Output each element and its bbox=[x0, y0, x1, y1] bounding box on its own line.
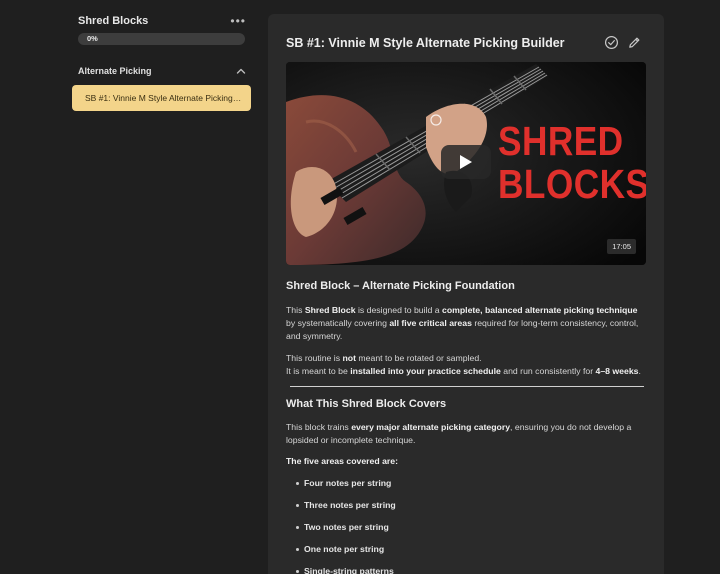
list-item: One note per string bbox=[296, 543, 648, 556]
thumbnail-line-1: SHRED bbox=[498, 118, 624, 164]
list-item: Two notes per string bbox=[296, 521, 648, 534]
play-button[interactable] bbox=[441, 145, 491, 179]
sidebar-lesson-sb1[interactable]: SB #1: Vinnie M Style Alternate Picking … bbox=[72, 85, 251, 111]
covers-heading: What This Shred Block Covers bbox=[286, 398, 447, 411]
play-icon bbox=[460, 155, 472, 169]
areas-list: Four notes per string Three notes per st… bbox=[296, 477, 648, 574]
lesson-title: SB #1: Vinnie M Style Alternate Picking … bbox=[286, 36, 565, 50]
list-item: Four notes per string bbox=[296, 477, 648, 490]
more-options-icon[interactable]: ••• bbox=[230, 15, 246, 27]
course-progress-bar: 0% bbox=[78, 33, 245, 45]
lesson-video-player[interactable]: SHRED BLOCKS 17:05 bbox=[286, 62, 646, 265]
areas-label: The five areas covered are: bbox=[286, 456, 399, 467]
thumbnail-line-2: BLOCKS bbox=[498, 161, 646, 207]
chevron-up-icon[interactable] bbox=[236, 67, 246, 75]
description-heading: Shred Block – Alternate Picking Foundati… bbox=[286, 280, 515, 292]
section-header-alternate-picking[interactable]: Alternate Picking bbox=[78, 66, 246, 76]
edit-pencil-icon[interactable] bbox=[627, 35, 642, 50]
mark-complete-icon[interactable] bbox=[604, 35, 619, 50]
lesson-description: Shred Block – Alternate Picking Foundati… bbox=[286, 279, 648, 574]
intro-paragraph: This Shred Block is designed to build a … bbox=[286, 305, 639, 342]
course-title: Shred Blocks bbox=[78, 15, 149, 27]
list-item: Three notes per string bbox=[296, 499, 648, 512]
progress-text: 0% bbox=[87, 34, 98, 43]
video-thumbnail-title: SHRED BLOCKS bbox=[498, 118, 646, 207]
course-header: Shred Blocks ••• bbox=[78, 15, 246, 27]
content-divider bbox=[290, 386, 644, 388]
covers-paragraph: This block trains every major alternate … bbox=[286, 422, 632, 446]
schedule-paragraph: This routine is not meant to be rotated … bbox=[286, 352, 641, 376]
lesson-actions bbox=[604, 35, 642, 50]
list-item: Single-string patterns bbox=[296, 565, 648, 574]
video-duration: 17:05 bbox=[607, 239, 636, 254]
lesson-card: SB #1: Vinnie M Style Alternate Picking … bbox=[268, 14, 664, 574]
section-title: Alternate Picking bbox=[78, 66, 152, 76]
